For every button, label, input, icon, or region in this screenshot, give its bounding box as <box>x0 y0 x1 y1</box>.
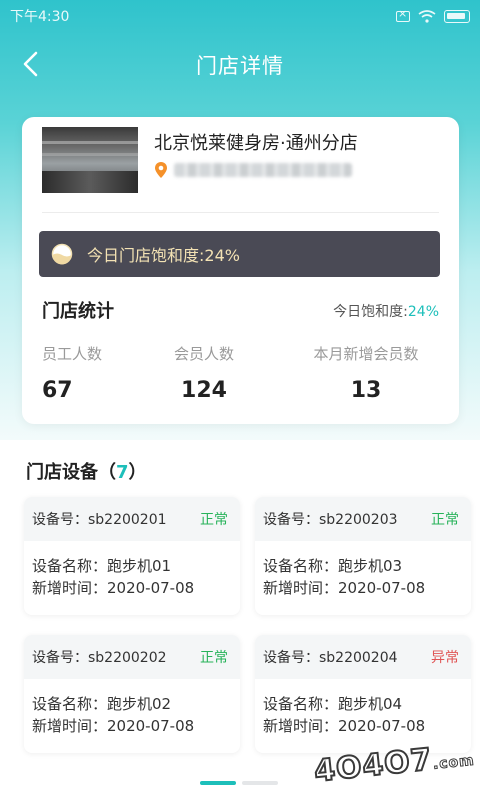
stat-label: 本月新增会员数 <box>313 345 419 363</box>
divider <box>42 212 439 213</box>
device-card[interactable]: 设备号：sb2200204 异常 设备名称：跑步机04 新增时间：2020-07… <box>255 635 471 753</box>
saturation-banner: 今日门店饱和度:24% <box>39 231 440 277</box>
device-card-header: 设备号：sb2200203 正常 <box>255 497 471 541</box>
stat-new-members: 本月新增会员数 13 <box>304 343 428 403</box>
status-bar: 下午4:30 <box>0 0 480 32</box>
device-added-time: 新增时间：2020-07-08 <box>32 717 195 735</box>
status-icons <box>396 7 470 23</box>
watermark-suffix: .com <box>431 752 475 773</box>
stats-today-label: 今日饱和度: <box>333 304 408 320</box>
equipment-title-text: 门店设备 <box>26 462 98 483</box>
device-card-body: 设备名称：跑步机02 新增时间：2020-07-08 <box>24 679 240 737</box>
device-card[interactable]: 设备号：sb2200203 正常 设备名称：跑步机03 新增时间：2020-07… <box>255 497 471 615</box>
stat-staff-count: 员工人数 67 <box>42 343 102 403</box>
stats-title: 门店统计 <box>42 301 114 322</box>
stats-today-saturation: 今日饱和度:24% <box>333 301 439 321</box>
stat-member-count: 会员人数 124 <box>168 343 240 403</box>
device-name: 设备名称：跑步机01 <box>32 557 172 575</box>
saturation-banner-text: 今日门店饱和度:24% <box>87 246 240 265</box>
device-card-body: 设备名称：跑步机04 新增时间：2020-07-08 <box>255 679 471 737</box>
wifi-icon <box>418 9 436 23</box>
store-photo[interactable] <box>42 127 138 193</box>
device-added-time: 新增时间：2020-07-08 <box>32 579 195 597</box>
device-added-time: 新增时间：2020-07-08 <box>263 717 426 735</box>
equipment-count: 7 <box>116 462 129 483</box>
device-card-body: 设备名称：跑步机01 新增时间：2020-07-08 <box>24 541 240 599</box>
page-title: 门店详情 <box>196 54 284 78</box>
device-card-header: 设备号：sb2200202 正常 <box>24 635 240 679</box>
status-time: 下午4:30 <box>10 9 70 25</box>
page-dot-active[interactable] <box>200 781 236 785</box>
device-card[interactable]: 设备号：sb2200202 正常 设备名称：跑步机02 新增时间：2020-07… <box>24 635 240 753</box>
equipment-section-title: 门店设备（7） <box>26 458 147 484</box>
stat-label: 会员人数 <box>173 345 234 363</box>
device-status: 异常 <box>431 650 459 666</box>
address-redacted <box>174 163 352 177</box>
paren-open: （ <box>98 462 116 483</box>
sim-off-icon <box>396 7 410 22</box>
location-pin-icon <box>155 162 167 178</box>
stat-value: 13 <box>350 378 382 403</box>
device-name: 设备名称：跑步机03 <box>263 557 403 575</box>
nav-bar: 门店详情 <box>0 40 480 88</box>
stat-label: 员工人数 <box>42 345 103 363</box>
stat-value: 67 <box>42 378 73 403</box>
store-address <box>154 161 352 179</box>
device-id: 设备号：sb2200204 <box>263 650 398 666</box>
device-status: 正常 <box>200 512 228 528</box>
store-name: 北京悦莱健身房·通州分店 <box>154 133 358 154</box>
device-id: 设备号：sb2200203 <box>263 512 398 528</box>
battery-icon <box>444 9 470 23</box>
device-card-header: 设备号：sb2200204 异常 <box>255 635 471 679</box>
saturation-gauge-icon <box>51 243 73 265</box>
device-name: 设备名称：跑步机02 <box>32 695 172 713</box>
device-added-time: 新增时间：2020-07-08 <box>263 579 426 597</box>
device-card-body: 设备名称：跑步机03 新增时间：2020-07-08 <box>255 541 471 599</box>
stat-value: 124 <box>181 378 227 403</box>
device-status: 正常 <box>200 650 228 666</box>
device-card[interactable]: 设备号：sb2200201 正常 设备名称：跑步机01 新增时间：2020-07… <box>24 497 240 615</box>
device-status: 正常 <box>431 512 459 528</box>
paren-close: ） <box>128 462 147 483</box>
device-name: 设备名称：跑步机04 <box>263 695 403 713</box>
store-info-card: 北京悦莱健身房·通州分店 今日门店饱和度:24% 门店统计 今日饱和度:24% … <box>22 117 459 424</box>
device-card-header: 设备号：sb2200201 正常 <box>24 497 240 541</box>
device-id: 设备号：sb2200201 <box>32 512 167 528</box>
page-indicator <box>200 781 278 785</box>
stats-today-value: 24% <box>407 304 439 320</box>
page-dot[interactable] <box>242 781 278 785</box>
device-id: 设备号：sb2200202 <box>32 650 167 666</box>
